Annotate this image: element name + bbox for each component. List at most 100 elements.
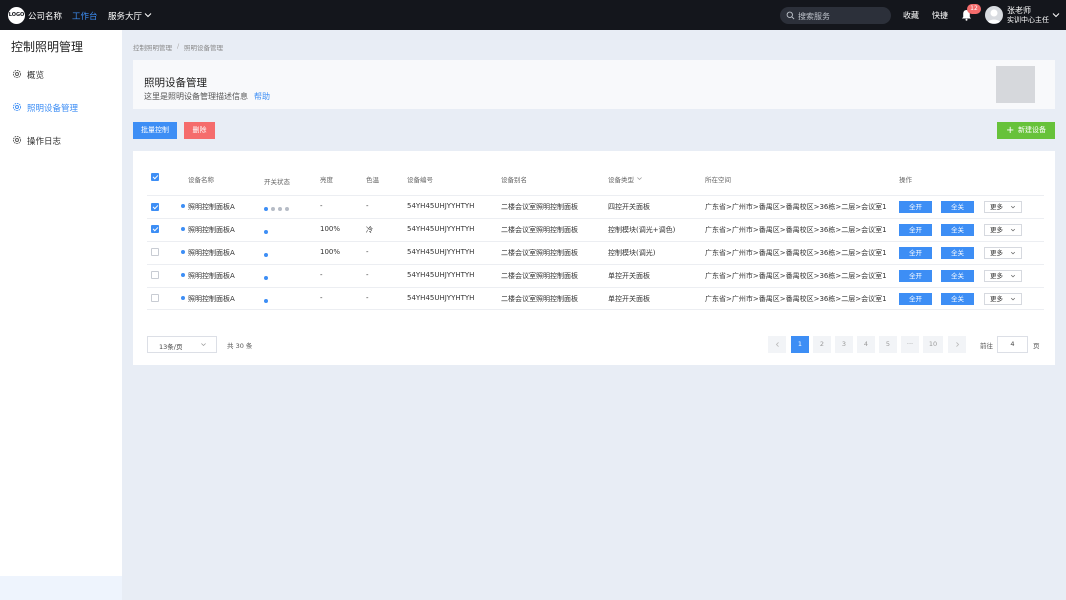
row-divider <box>147 264 1044 265</box>
new-device-button[interactable]: + 新建设备 <box>997 122 1055 139</box>
device-name[interactable]: 照明控制面板A <box>188 248 235 258</box>
device-type: 单控开关面板 <box>608 295 650 303</box>
batch-control-button[interactable]: 批量控制 <box>133 122 177 139</box>
device-code: 54YH45UHJYYHTYH <box>407 294 475 302</box>
column-header: 所在空间 <box>705 176 731 184</box>
device-code: 54YH45UHJYYHTYH <box>407 202 475 210</box>
brightness-value: 100% <box>320 248 341 256</box>
more-dropdown[interactable]: 更多 <box>984 224 1022 236</box>
switch-dot[interactable] <box>278 207 282 211</box>
device-code: 54YH45UHJYYHTYH <box>407 248 475 256</box>
device-space: 广东省>广州市>番禺区>番禺校区>36栋>二层>会议室1 <box>705 272 887 280</box>
breadcrumb-item: 照明设备管理 <box>184 44 223 52</box>
page-button[interactable]: 4 <box>857 336 875 353</box>
all-off-button[interactable]: 全关 <box>941 201 974 213</box>
row-checkbox[interactable] <box>151 225 159 233</box>
shortcuts-link[interactable]: 快捷 <box>932 10 948 21</box>
switch-dot[interactable] <box>271 207 275 211</box>
all-off-button[interactable]: 全关 <box>941 293 974 305</box>
search-input[interactable]: 搜索服务 <box>780 7 891 24</box>
page-size-value: 13条/页 <box>159 343 183 351</box>
sidebar-item-overview[interactable]: 概览 <box>0 64 122 84</box>
all-on-button[interactable]: 全开 <box>899 247 932 259</box>
sidebar: 控制照明管理 概览 照明设备管理 操作日志 <box>0 30 122 600</box>
more-dropdown[interactable]: 更多 <box>984 247 1022 259</box>
avatar[interactable] <box>985 6 1003 24</box>
device-alias: 二楼会议室照明控制面板 <box>501 249 578 257</box>
color-temp-value: - <box>366 202 369 210</box>
more-dropdown[interactable]: 更多 <box>984 293 1022 305</box>
switch-dot[interactable] <box>264 230 268 234</box>
chevron-left-icon <box>775 342 779 347</box>
nav-service-hall[interactable]: 服务大厅 <box>108 10 142 22</box>
all-off-button[interactable]: 全关 <box>941 224 974 236</box>
row-checkbox[interactable] <box>151 271 159 279</box>
row-divider <box>147 309 1044 310</box>
chevron-down-icon[interactable] <box>636 175 643 182</box>
column-header: 亮度 <box>320 176 333 184</box>
next-page-button[interactable] <box>948 336 966 353</box>
column-header[interactable]: 设备类型 <box>608 174 634 184</box>
chevron-down-icon <box>1010 251 1016 255</box>
device-code: 54YH45UHJYYHTYH <box>407 225 475 233</box>
more-label: 更多 <box>990 295 1003 303</box>
header-image-placeholder <box>996 66 1035 103</box>
color-temp-value: - <box>366 271 369 279</box>
status-dot <box>181 227 185 231</box>
all-on-button[interactable]: 全开 <box>899 270 932 282</box>
more-dropdown[interactable]: 更多 <box>984 270 1022 282</box>
row-checkbox[interactable] <box>151 294 159 302</box>
total-count: 共 30 条 <box>227 342 253 350</box>
all-on-button[interactable]: 全开 <box>899 293 932 305</box>
color-temp-value: 冷 <box>366 226 373 234</box>
chevron-right-icon <box>955 342 959 347</box>
device-name[interactable]: 照明控制面板A <box>188 271 235 281</box>
select-all-checkbox[interactable] <box>151 173 159 181</box>
all-off-button[interactable]: 全关 <box>941 270 974 282</box>
chevron-down-icon <box>1010 297 1016 301</box>
switch-dot[interactable] <box>264 253 268 257</box>
chevron-down-icon[interactable] <box>1051 10 1061 20</box>
row-divider <box>147 241 1044 242</box>
switch-dot[interactable] <box>264 207 268 211</box>
sidebar-item-device-management[interactable]: 照明设备管理 <box>0 97 122 117</box>
company-logo[interactable]: LOGO <box>8 7 25 24</box>
switch-dot[interactable] <box>264 299 268 303</box>
goto-page-input[interactable]: 4 <box>997 336 1028 353</box>
breadcrumb-item[interactable]: 控制照明管理 <box>133 42 172 52</box>
page-ellipsis[interactable]: ··· <box>901 336 919 353</box>
all-on-button[interactable]: 全开 <box>899 224 932 236</box>
all-on-button[interactable]: 全开 <box>899 201 932 213</box>
page-size-select[interactable]: 13条/页 <box>147 336 217 353</box>
sidebar-title: 控制照明管理 <box>11 40 84 54</box>
help-link[interactable]: 帮助 <box>254 91 270 102</box>
chevron-down-icon[interactable] <box>143 10 153 20</box>
switch-dot[interactable] <box>285 207 289 211</box>
gear-icon <box>12 135 22 145</box>
breadcrumb-separator: / <box>177 42 180 50</box>
page-button[interactable]: 3 <box>835 336 853 353</box>
page-button[interactable]: 1 <box>791 336 809 353</box>
more-dropdown[interactable]: 更多 <box>984 201 1022 213</box>
device-alias: 二楼会议室照明控制面板 <box>501 272 578 280</box>
page-button[interactable]: 2 <box>813 336 831 353</box>
switch-dot[interactable] <box>264 276 268 280</box>
row-checkbox[interactable] <box>151 248 159 256</box>
nav-workbench[interactable]: 工作台 <box>72 10 98 22</box>
column-header: 操作 <box>899 176 912 184</box>
row-checkbox[interactable] <box>151 203 159 211</box>
delete-button[interactable]: 删除 <box>184 122 215 139</box>
column-header: 设备别名 <box>501 176 527 184</box>
page-button[interactable]: 5 <box>879 336 897 353</box>
prev-page-button[interactable] <box>768 336 786 353</box>
goto-label: 前往 <box>980 342 993 350</box>
chevron-down-icon <box>1010 228 1016 232</box>
page-button[interactable]: 10 <box>923 336 943 353</box>
device-alias: 二楼会议室照明控制面板 <box>501 226 578 234</box>
device-name[interactable]: 照明控制面板A <box>188 202 235 212</box>
device-name[interactable]: 照明控制面板A <box>188 294 235 304</box>
favorites-link[interactable]: 收藏 <box>903 10 919 21</box>
all-off-button[interactable]: 全关 <box>941 247 974 259</box>
device-name[interactable]: 照明控制面板A <box>188 225 235 235</box>
sidebar-item-operation-log[interactable]: 操作日志 <box>0 130 122 150</box>
